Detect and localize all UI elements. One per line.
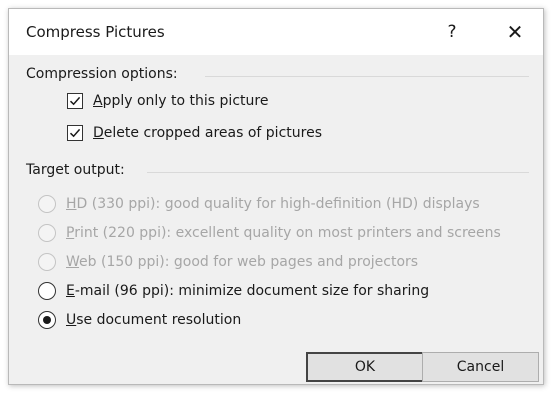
title-bar: Compress Pictures ? ✕ — [9, 9, 543, 55]
radio-web-150[interactable]: Web (150 ppi): good for web pages and pr… — [38, 250, 418, 274]
close-button[interactable]: ✕ — [498, 17, 532, 47]
radio-print-220[interactable]: Print (220 ppi): excellent quality on mo… — [38, 221, 501, 245]
help-button[interactable]: ? — [437, 17, 467, 47]
delete-cropped-areas-label: Delete cropped areas of pictures — [93, 125, 322, 141]
radio-web-150-label: Web (150 ppi): good for web pages and pr… — [66, 254, 419, 270]
radio-email-96-label: E-mail (96 ppi): minimize document size … — [66, 283, 430, 299]
radio-unselected-icon — [38, 282, 56, 300]
radio-hd-330-label: HD (330 ppi): good quality for high-defi… — [66, 196, 480, 212]
apply-only-this-picture-checkbox[interactable]: Apply only to this picture — [67, 89, 268, 113]
checkbox-checked-icon — [67, 125, 83, 141]
radio-unselected-icon — [38, 195, 56, 213]
compress-pictures-dialog: Compress Pictures ? ✕ Compression option… — [8, 8, 544, 385]
dialog-title: Compress Pictures — [26, 23, 165, 41]
radio-unselected-icon — [38, 253, 56, 271]
compression-options-divider — [205, 76, 529, 77]
radio-hd-330[interactable]: HD (330 ppi): good quality for high-defi… — [38, 192, 480, 216]
compression-options-heading: Compression options: — [26, 66, 178, 82]
delete-cropped-areas-checkbox[interactable]: Delete cropped areas of pictures — [67, 121, 322, 145]
radio-print-220-label: Print (220 ppi): excellent quality on mo… — [66, 225, 501, 241]
target-output-divider — [147, 172, 529, 173]
checkbox-checked-icon — [67, 93, 83, 109]
radio-use-document-resolution-label: Use document resolution — [66, 312, 242, 328]
cancel-button[interactable]: Cancel — [422, 352, 539, 382]
ok-button[interactable]: OK — [306, 352, 424, 382]
apply-only-this-picture-label: Apply only to this picture — [93, 93, 269, 109]
target-output-heading: Target output: — [26, 162, 125, 178]
radio-email-96[interactable]: E-mail (96 ppi): minimize document size … — [38, 279, 429, 303]
radio-selected-icon — [38, 311, 56, 329]
radio-unselected-icon — [38, 224, 56, 242]
radio-use-document-resolution[interactable]: Use document resolution — [38, 308, 241, 332]
